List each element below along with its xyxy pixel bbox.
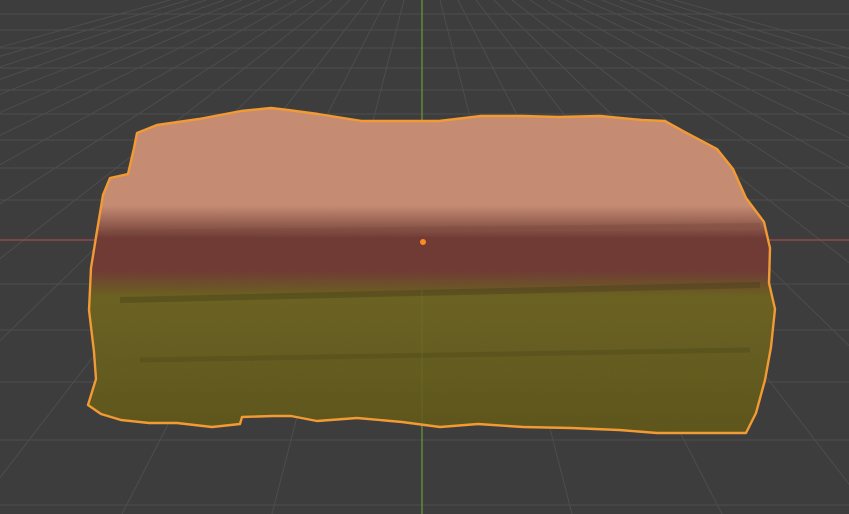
object-origin-point[interactable] (420, 239, 426, 245)
3d-viewport[interactable] (0, 0, 849, 514)
selected-stone-mesh[interactable] (86, 106, 777, 435)
viewport-canvas[interactable] (0, 0, 849, 514)
